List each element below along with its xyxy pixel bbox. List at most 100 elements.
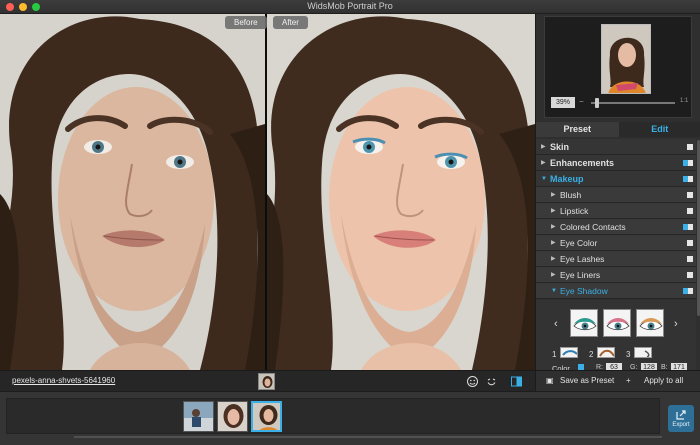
eye-shadow-style-1[interactable] [570, 309, 598, 337]
shape-option-1[interactable] [560, 347, 578, 358]
item-lipstick[interactable]: ▶ Lipstick [536, 203, 696, 219]
blush-toggle[interactable] [687, 192, 693, 198]
after-portrait-image [267, 14, 535, 370]
zoom-level[interactable]: 39% [551, 97, 575, 108]
navigator-thumbnail-image [602, 25, 650, 93]
eye-shadow-style-3[interactable] [636, 309, 664, 337]
save-preset-icon: ▣ [546, 376, 554, 385]
face-detect-icon[interactable] [466, 375, 479, 388]
thumbnail-1-image [184, 402, 213, 431]
item-blush[interactable]: ▶ Blush [536, 187, 696, 203]
item-eye-shadow[interactable]: ▼ Eye Shadow [536, 283, 696, 299]
eye-style-1-icon [573, 318, 597, 331]
chevron-right-icon: ▶ [551, 192, 556, 198]
shape-2-icon [599, 349, 614, 357]
compare-view-icon[interactable] [510, 375, 523, 388]
section-skin[interactable]: ▶ Skin [536, 139, 696, 155]
item-eye-lashes[interactable]: ▶ Eye Lashes [536, 251, 696, 267]
shape-number-2: 2 [589, 350, 594, 359]
item-eye-liners[interactable]: ▶ Eye Liners [536, 267, 696, 283]
item-eye-liners-label: Eye Liners [560, 270, 601, 280]
file-name-link[interactable]: pexels-anna-shvets-5641960 [12, 376, 115, 385]
preset-actions-bar: ▣ Save as Preset + Apply to all [535, 370, 700, 391]
eye-color-toggle[interactable] [687, 240, 693, 246]
filmstrip-scrollbar[interactable] [74, 436, 662, 438]
shape-number-3: 3 [626, 350, 631, 359]
apply-to-all-button[interactable]: Apply to all [644, 376, 683, 385]
save-as-preset-button[interactable]: Save as Preset [560, 376, 614, 385]
chevron-right-icon: ▶ [541, 144, 546, 150]
filmstrip-thumbnail-active[interactable] [251, 401, 282, 432]
eye-shadow-options: ‹ › 1 2 3 Color R: 63 G: 128 B: 171 [536, 300, 696, 373]
eye-style-3-icon [639, 318, 663, 331]
filmstrip-track [6, 398, 660, 434]
tab-preset[interactable]: Preset [536, 122, 619, 137]
filmstrip: Export [0, 391, 700, 445]
chevron-right-icon: ▶ [551, 256, 556, 262]
shape-1-icon [562, 350, 577, 356]
eye-style-2-icon [606, 318, 630, 331]
filmstrip-thumbnail[interactable] [217, 401, 248, 432]
shape-3-icon [644, 350, 650, 357]
colored-contacts-toggle[interactable] [683, 224, 693, 230]
section-skin-label: Skin [550, 142, 570, 152]
shape-option-3[interactable] [634, 347, 652, 358]
chevron-down-icon: ▼ [551, 288, 557, 294]
navigator[interactable]: 39% − 1:1 [544, 16, 692, 118]
zoom-slider-handle[interactable] [595, 98, 599, 108]
enhancements-toggle[interactable] [683, 160, 693, 166]
before-photo[interactable] [0, 14, 265, 370]
eye-shadow-toggle[interactable] [683, 288, 693, 294]
actual-size-button[interactable]: 1:1 [680, 98, 688, 104]
item-eye-shadow-label: Eye Shadow [560, 286, 608, 296]
filmstrip-thumbnail[interactable] [183, 401, 214, 432]
chevron-right-icon: ▶ [551, 224, 556, 230]
lipstick-toggle[interactable] [687, 208, 693, 214]
shape-option-2[interactable] [597, 347, 615, 358]
makeup-toggle[interactable] [683, 176, 693, 182]
chevron-right-icon: ▶ [551, 208, 556, 214]
item-lipstick-label: Lipstick [560, 206, 589, 216]
item-eye-color[interactable]: ▶ Eye Color [536, 235, 696, 251]
chevron-down-icon: ▼ [541, 176, 547, 182]
section-enhancements-label: Enhancements [550, 158, 615, 168]
smile-icon[interactable] [485, 375, 498, 388]
panel-tabs: Preset Edit [536, 122, 700, 137]
zoom-out-icon[interactable]: − [579, 97, 584, 106]
skin-toggle[interactable] [687, 144, 693, 150]
item-eye-lashes-label: Eye Lashes [560, 254, 605, 264]
zoom-slider[interactable] [591, 102, 675, 104]
chevron-right-icon: ▶ [551, 240, 556, 246]
photo-canvas[interactable]: Before After [0, 14, 535, 370]
before-label: Before [225, 16, 267, 29]
export-icon [676, 410, 686, 420]
eye-lashes-toggle[interactable] [687, 256, 693, 262]
item-eye-color-label: Eye Color [560, 238, 598, 248]
eye-shadow-style-2[interactable] [603, 309, 631, 337]
after-photo[interactable] [267, 14, 535, 370]
item-colored-contacts-label: Colored Contacts [560, 222, 626, 232]
prev-style-icon[interactable]: ‹ [554, 318, 558, 330]
export-button[interactable]: Export [668, 405, 694, 432]
next-style-icon[interactable]: › [674, 318, 678, 330]
chevron-right-icon: ▶ [541, 160, 546, 166]
window-title: WidsMob Portrait Pro [307, 1, 393, 11]
eye-liners-toggle[interactable] [687, 272, 693, 278]
current-photo-thumbnail[interactable] [258, 373, 275, 390]
item-colored-contacts[interactable]: ▶ Colored Contacts [536, 219, 696, 235]
after-label: After [273, 16, 308, 29]
section-makeup[interactable]: ▼ Makeup [536, 171, 696, 187]
item-blush-label: Blush [560, 190, 582, 200]
section-enhancements[interactable]: ▶ Enhancements [536, 155, 696, 171]
thumbnail-3-image [253, 403, 280, 430]
tab-edit[interactable]: Edit [618, 122, 700, 137]
adjustment-list: ▶ Skin ▶ Enhancements ▼ Makeup ▶ Blush ▶… [536, 139, 696, 299]
export-label: Export [672, 422, 690, 428]
current-photo-icon [259, 374, 274, 389]
navigator-thumbnail[interactable] [601, 24, 651, 94]
chevron-right-icon: ▶ [551, 272, 556, 278]
title-bar: WidsMob Portrait Pro [0, 0, 700, 14]
file-bar: pexels-anna-shvets-5641960 [0, 370, 535, 391]
before-portrait-image [0, 14, 265, 370]
section-makeup-label: Makeup [550, 174, 584, 184]
